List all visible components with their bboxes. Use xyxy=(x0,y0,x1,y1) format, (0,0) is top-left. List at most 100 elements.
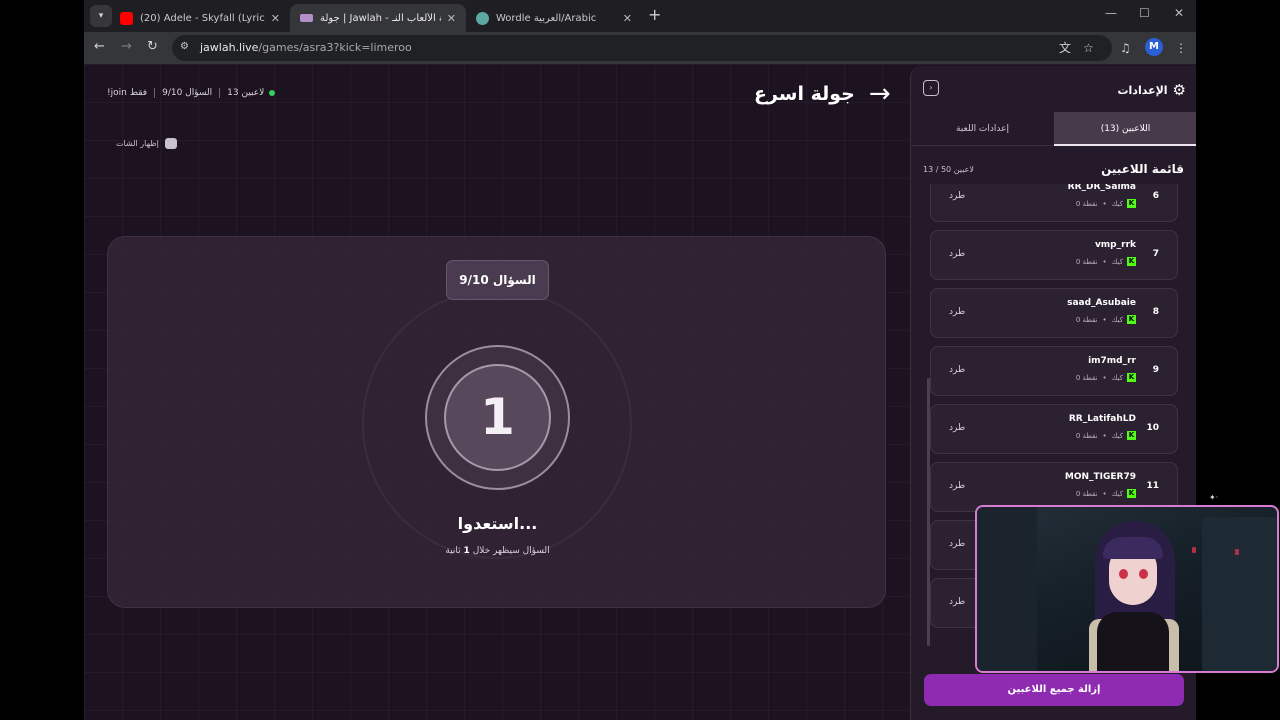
kick-logo-icon: K xyxy=(1127,257,1136,266)
kick-player-button[interactable]: طرد xyxy=(949,249,965,259)
kick-player-button[interactable]: طرد xyxy=(949,539,965,549)
player-points: 0 نقطة xyxy=(1075,257,1098,266)
countdown-card: السؤال 9/10 1 استعدوا... السؤال سيظهر خل… xyxy=(107,236,886,608)
game-status-bar: !join فقط السؤال 9/10 13 لاعبين xyxy=(107,88,276,98)
tab-title: (20) Adele - Skyfall (Lyrics) - You xyxy=(140,12,265,24)
back-arrow-icon[interactable]: → xyxy=(869,81,891,107)
avatar-eye xyxy=(1119,569,1128,579)
avatar-eye xyxy=(1139,569,1148,579)
countdown-number: 1 xyxy=(480,388,515,446)
player-platform: كيك xyxy=(1111,431,1123,440)
player-platform: كيك xyxy=(1111,489,1123,498)
players-list-title: قائمة اللاعبين xyxy=(1101,162,1184,176)
player-meta: 0 نقطة • كيك K xyxy=(1075,489,1136,498)
sidebar-header: الإعدادات ⚙ xyxy=(1117,81,1186,99)
show-chat-button[interactable]: إظهار الشات xyxy=(116,138,177,149)
kick-logo-icon: K xyxy=(1127,373,1136,382)
online-dot-icon xyxy=(269,90,276,96)
game-title: جولة اسرع → xyxy=(754,81,891,107)
profile-avatar[interactable]: M xyxy=(1145,38,1163,56)
close-window-button[interactable]: ✕ xyxy=(1174,6,1184,20)
player-points: 0 نقطة xyxy=(1075,373,1098,382)
kick-player-button[interactable]: طرد xyxy=(949,597,965,607)
player-name: im7md_rr xyxy=(1088,356,1136,366)
divider xyxy=(154,88,156,98)
player-rank: 10 xyxy=(1146,423,1159,433)
kick-player-button[interactable]: طرد xyxy=(949,191,965,201)
player-rank: 11 xyxy=(1146,481,1159,491)
youtube-icon xyxy=(120,11,133,25)
chat-icon xyxy=(164,138,177,149)
player-platform: كيك xyxy=(1111,373,1123,382)
media-controls-icon[interactable]: ♫ xyxy=(1120,40,1131,56)
player-platform: كيك xyxy=(1111,257,1123,266)
sparkle-icon: ✦· xyxy=(1209,493,1219,502)
menu-kebab-icon[interactable]: ⋮ xyxy=(1175,40,1187,56)
close-tab-icon[interactable]: ✕ xyxy=(623,12,632,25)
player-meta: 0 نقطة • كيك K xyxy=(1075,373,1136,382)
close-tab-icon[interactable]: ✕ xyxy=(271,12,280,25)
collapse-sidebar-icon[interactable]: › xyxy=(923,80,939,96)
player-rank: 6 xyxy=(1152,191,1159,201)
gear-icon: ⚙ xyxy=(1172,81,1186,99)
player-points: 0 نقطة xyxy=(1075,489,1098,498)
avatar-bangs xyxy=(1103,537,1163,559)
maximize-button[interactable]: ☐ xyxy=(1139,6,1150,20)
remove-all-players-button[interactable]: إزالة جميع اللاعبين xyxy=(924,674,1184,706)
back-button[interactable]: ← xyxy=(94,39,105,55)
bookmark-star-icon[interactable]: ☆ xyxy=(1083,40,1094,56)
player-name: MON_TIGER79 xyxy=(1064,472,1136,482)
player-name: vmp_rrk xyxy=(1094,240,1136,250)
site-info-icon[interactable]: ⚙ xyxy=(180,41,189,52)
player-name: RR_DR_Salma xyxy=(1067,184,1136,192)
minimize-button[interactable]: — xyxy=(1105,6,1117,20)
player-rank: 7 xyxy=(1152,249,1159,259)
player-meta: 0 نقطة • كيك K xyxy=(1075,431,1136,440)
player-points: 0 نقطة xyxy=(1075,199,1098,208)
tab-jawlah[interactable]: جولة | Jawlah - منصة الألعاب النـ ✕ xyxy=(290,4,466,32)
tab-youtube[interactable]: (20) Adele - Skyfall (Lyrics) - You ✕ xyxy=(110,4,290,32)
ready-heading: استعدوا... xyxy=(457,514,538,533)
url-text: jawlah.live/games/asra3?kick=limeroo xyxy=(200,41,412,54)
background-building xyxy=(977,507,1037,671)
player-meta: 0 نقطة • كيك K xyxy=(1075,257,1136,266)
forward-button[interactable]: → xyxy=(121,39,132,55)
game-title-text: جولة اسرع xyxy=(754,83,855,105)
close-tab-icon[interactable]: ✕ xyxy=(447,12,456,25)
kick-logo-icon: K xyxy=(1127,315,1136,324)
player-points: 0 نقطة xyxy=(1075,315,1098,324)
player-row: 8 saad_Asubaie 0 نقطة • كيك K طرد xyxy=(930,288,1178,338)
tab-game-settings[interactable]: إعدادات اللعبة xyxy=(911,112,1054,146)
kick-player-button[interactable]: طرد xyxy=(949,307,965,317)
player-rank: 9 xyxy=(1152,365,1159,375)
tab-search-button[interactable]: ▾ xyxy=(90,5,112,27)
question-progress: السؤال 9/10 xyxy=(162,88,213,98)
webcam-overlay xyxy=(975,505,1279,673)
player-row: 7 vmp_rrk 0 نقطة • كيك K طرد xyxy=(930,230,1178,280)
kick-player-button[interactable]: طرد xyxy=(949,365,965,375)
player-name: RR_LatifahLD xyxy=(1068,414,1136,424)
background-building xyxy=(1202,517,1277,671)
reload-button[interactable]: ↻ xyxy=(147,39,158,55)
kick-player-button[interactable]: طرد xyxy=(949,481,965,491)
kick-logo-icon: K xyxy=(1127,489,1136,498)
kick-player-button[interactable]: طرد xyxy=(949,423,965,433)
jawlah-icon xyxy=(300,14,313,22)
question-pill: السؤال 9/10 xyxy=(446,260,549,300)
avatar-body xyxy=(1097,612,1169,671)
new-tab-button[interactable]: + xyxy=(648,5,661,25)
players-online: 13 لاعبين xyxy=(227,88,265,98)
players-list-count: 13 / 50 لاعبين xyxy=(923,165,974,174)
player-row: 9 im7md_rr 0 نقطة • كيك K طرد xyxy=(930,346,1178,396)
tab-players[interactable]: اللاعبين (13) xyxy=(1054,112,1196,146)
translate-icon[interactable]: 文 xyxy=(1059,40,1071,56)
address-bar[interactable]: ⚙ jawlah.live/games/asra3?kick=limeroo xyxy=(172,35,1112,61)
player-meta: 0 نقطة • كيك K xyxy=(1075,199,1136,208)
player-row: 10 RR_LatifahLD 0 نقطة • كيك K طرد xyxy=(930,404,1178,454)
player-platform: كيك xyxy=(1111,199,1123,208)
tab-wordle[interactable]: Wordle العربية/Arabic ✕ xyxy=(466,4,642,32)
player-points: 0 نقطة xyxy=(1075,431,1098,440)
globe-icon xyxy=(476,11,489,25)
countdown-subtext: السؤال سيظهر خلال 1 ثانية xyxy=(445,546,550,556)
kick-logo-icon: K xyxy=(1127,431,1136,440)
